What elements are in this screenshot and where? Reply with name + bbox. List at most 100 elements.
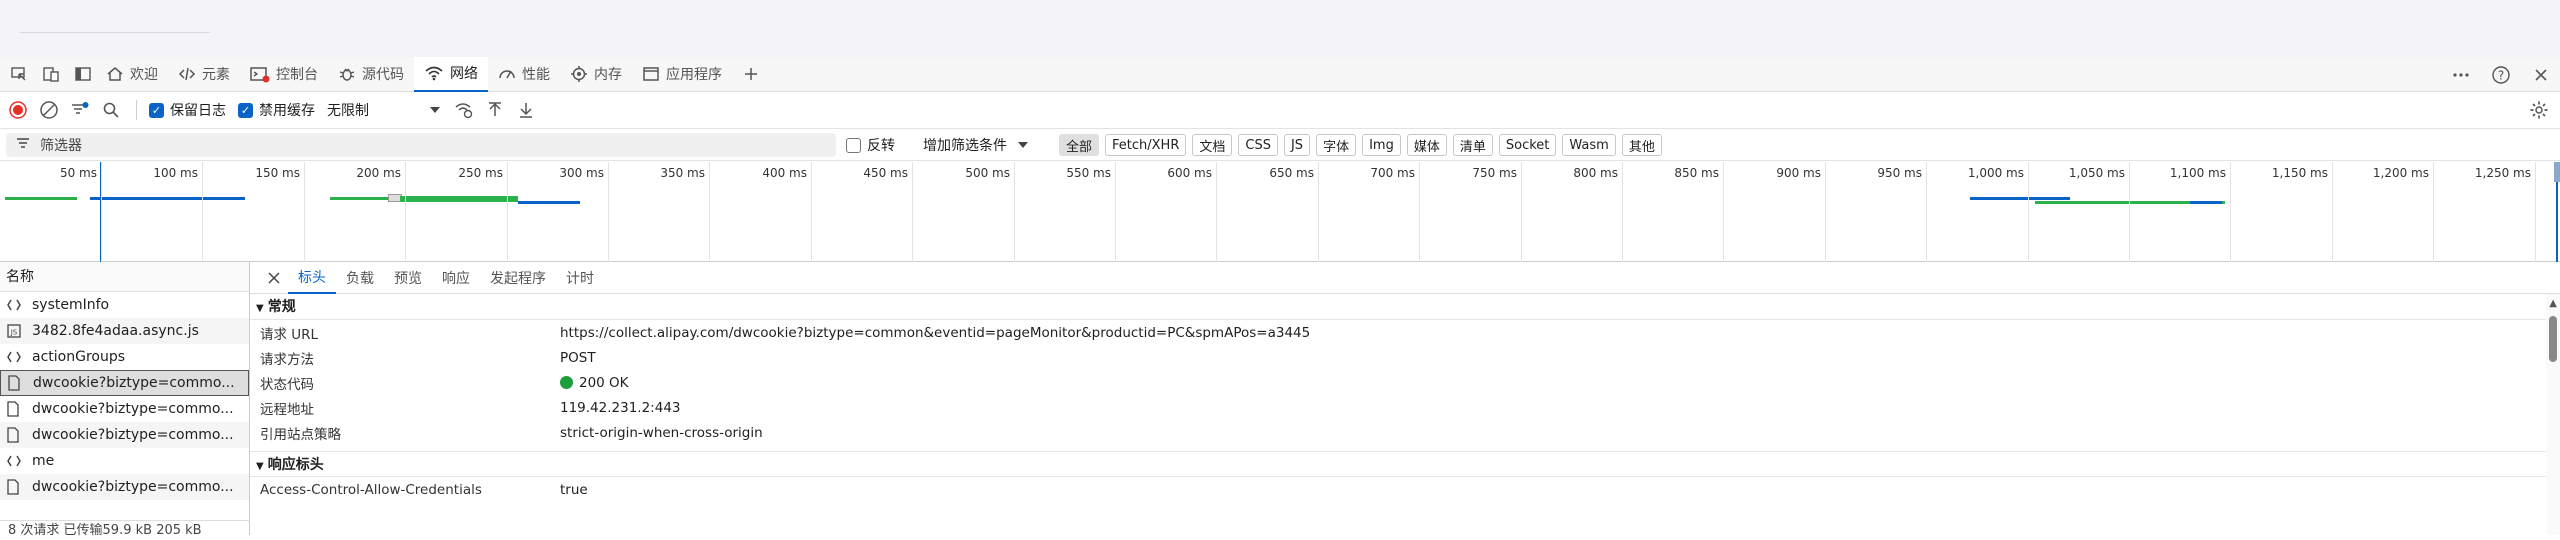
chip-socket[interactable]: Socket — [1498, 134, 1557, 156]
devtools-tabbar: 欢迎 元素 控制台 源代码 网络 性能 内存 应用程序 ? — [0, 56, 2560, 92]
disable-cache-checkbox[interactable]: ✓ 禁用缓存 — [238, 100, 315, 120]
network-conditions-icon[interactable] — [451, 97, 477, 123]
tab-console[interactable]: 控制台 — [240, 57, 328, 92]
tab-payload[interactable]: 负载 — [336, 262, 384, 294]
filter-settings-icon[interactable] — [67, 97, 93, 123]
export-har-icon[interactable] — [513, 97, 539, 123]
invert-checkbox[interactable]: 反转 — [846, 135, 895, 155]
dock-sidebar-icon[interactable] — [70, 61, 96, 87]
clear-icon[interactable] — [36, 97, 62, 123]
console-icon — [250, 65, 270, 83]
help-icon[interactable]: ? — [2488, 62, 2514, 88]
scroll-up-icon[interactable]: ▲ — [2549, 298, 2557, 309]
doc-icon — [7, 375, 25, 391]
tabbar-right-actions: ? — [2440, 57, 2560, 92]
detail-scrollbar[interactable]: ▲ — [2546, 294, 2560, 535]
timeline-gridline — [1622, 162, 1623, 262]
scroll-thumb[interactable] — [2549, 316, 2557, 362]
throttling-dropdown[interactable]: 无限制 — [327, 100, 441, 120]
js-icon: JS — [6, 323, 24, 339]
timeline-gridline — [2129, 162, 2130, 262]
chip-js[interactable]: JS — [1283, 134, 1311, 156]
request-row[interactable]: actionGroups — [0, 344, 249, 370]
response-headers-section-header[interactable]: ▼ 响应标头 — [250, 451, 2560, 477]
tab-welcome[interactable]: 欢迎 — [96, 57, 168, 92]
general-section-header[interactable]: ▼ 常规 — [250, 294, 2560, 320]
header-row: 引用站点策略 strict-origin-when-cross-origin — [250, 420, 2560, 445]
name-column-header[interactable]: 名称 — [0, 262, 249, 292]
timeline-tick-label: 1,200 ms — [2372, 166, 2429, 180]
timeline-handle[interactable] — [2554, 162, 2560, 182]
chip-fetch-xhr[interactable]: Fetch/XHR — [1105, 134, 1187, 156]
chip-manifest[interactable]: 清单 — [1452, 134, 1493, 156]
request-name: dwcookie?biztype=commo... — [32, 401, 234, 417]
more-filters-dropdown[interactable]: 增加筛选条件 — [923, 135, 1029, 155]
timeline-overview[interactable]: 50 ms 100 ms 150 ms 200 ms 250 ms 300 ms 350 m… — [0, 162, 2560, 262]
request-row[interactable]: dwcookie?biztype=commo... — [0, 422, 249, 448]
gear-icon[interactable] — [2526, 97, 2552, 123]
timeline-bar — [518, 201, 580, 204]
tab-application[interactable]: 应用程序 — [632, 57, 732, 92]
cpu-icon — [570, 65, 588, 83]
tab-label: 欢迎 — [130, 67, 158, 83]
search-icon[interactable] — [98, 97, 124, 123]
timeline-tick-label: 850 ms — [1674, 166, 1719, 180]
tab-memory[interactable]: 内存 — [560, 57, 632, 92]
top-divider — [20, 32, 210, 33]
header-value: true — [560, 481, 588, 498]
chip-all[interactable]: 全部 — [1059, 134, 1100, 156]
timeline-gridline — [1723, 162, 1724, 262]
checkbox-box — [846, 137, 861, 153]
tab-response[interactable]: 响应 — [432, 262, 480, 294]
timeline-tick-label: 300 ms — [559, 166, 604, 180]
chip-media[interactable]: 媒体 — [1406, 134, 1447, 156]
timeline-gridline — [304, 162, 305, 262]
inspect-element-icon[interactable] — [6, 61, 32, 87]
timeline-bar — [400, 196, 518, 202]
tab-initiator[interactable]: 发起程序 — [480, 262, 556, 294]
request-row[interactable]: me — [0, 448, 249, 474]
request-row[interactable]: JS 3482.8fe4adaa.async.js — [0, 318, 249, 344]
timeline-tick-label: 900 ms — [1776, 166, 1821, 180]
tab-sources[interactable]: 源代码 — [328, 57, 414, 92]
chip-css[interactable]: CSS — [1238, 134, 1278, 156]
request-row[interactable]: systemInfo — [0, 292, 249, 318]
filter-bar: 筛选器 反转 增加筛选条件 全部 Fetch/XHR 文档 CSS JS 字体 … — [0, 130, 2560, 161]
header-row: 请求 URL https://collect.alipay.com/dwcook… — [250, 320, 2560, 345]
header-key: 请求 URL — [260, 326, 319, 343]
timeline-gridline — [1419, 162, 1420, 262]
timeline-tick-label: 500 ms — [965, 166, 1010, 180]
chip-img[interactable]: Img — [1362, 134, 1401, 156]
chip-font[interactable]: 字体 — [1316, 134, 1357, 156]
timeline-tick-label: 600 ms — [1167, 166, 1212, 180]
tab-label: 元素 — [202, 67, 230, 83]
close-devtools-icon[interactable] — [2528, 62, 2554, 88]
device-emulation-icon[interactable] — [38, 61, 64, 87]
request-row[interactable]: dwcookie?biztype=commo... — [0, 474, 249, 500]
close-icon[interactable] — [260, 271, 288, 285]
tab-preview[interactable]: 预览 — [384, 262, 432, 294]
request-name: me — [32, 453, 55, 469]
tab-elements[interactable]: 元素 — [168, 57, 240, 92]
preserve-log-checkbox[interactable]: ✓ 保留日志 — [149, 100, 226, 120]
timeline-gridline — [2332, 162, 2333, 262]
chip-other[interactable]: 其他 — [1621, 134, 1662, 156]
chip-doc[interactable]: 文档 — [1192, 134, 1233, 156]
request-row[interactable]: dwcookie?biztype=commo... — [0, 396, 249, 422]
add-tab-icon[interactable] — [738, 61, 764, 87]
filter-placeholder: 筛选器 — [40, 138, 82, 154]
timeline-gridline — [2535, 162, 2536, 262]
more-options-icon[interactable] — [2448, 62, 2474, 88]
timeline-gridline — [2433, 162, 2434, 262]
chip-wasm[interactable]: Wasm — [1562, 134, 1616, 156]
tab-headers[interactable]: 标头 — [288, 262, 336, 294]
tab-timing[interactable]: 计时 — [556, 262, 604, 294]
timeline-tick-label: 400 ms — [762, 166, 807, 180]
tab-performance[interactable]: 性能 — [488, 57, 560, 92]
tab-network[interactable]: 网络 — [414, 56, 488, 92]
record-icon[interactable] — [5, 97, 31, 123]
request-row-selected[interactable]: dwcookie?biztype=commo... — [0, 370, 249, 396]
import-har-icon[interactable] — [482, 97, 508, 123]
filter-input[interactable]: 筛选器 — [6, 133, 836, 157]
timeline-bar — [90, 197, 245, 200]
